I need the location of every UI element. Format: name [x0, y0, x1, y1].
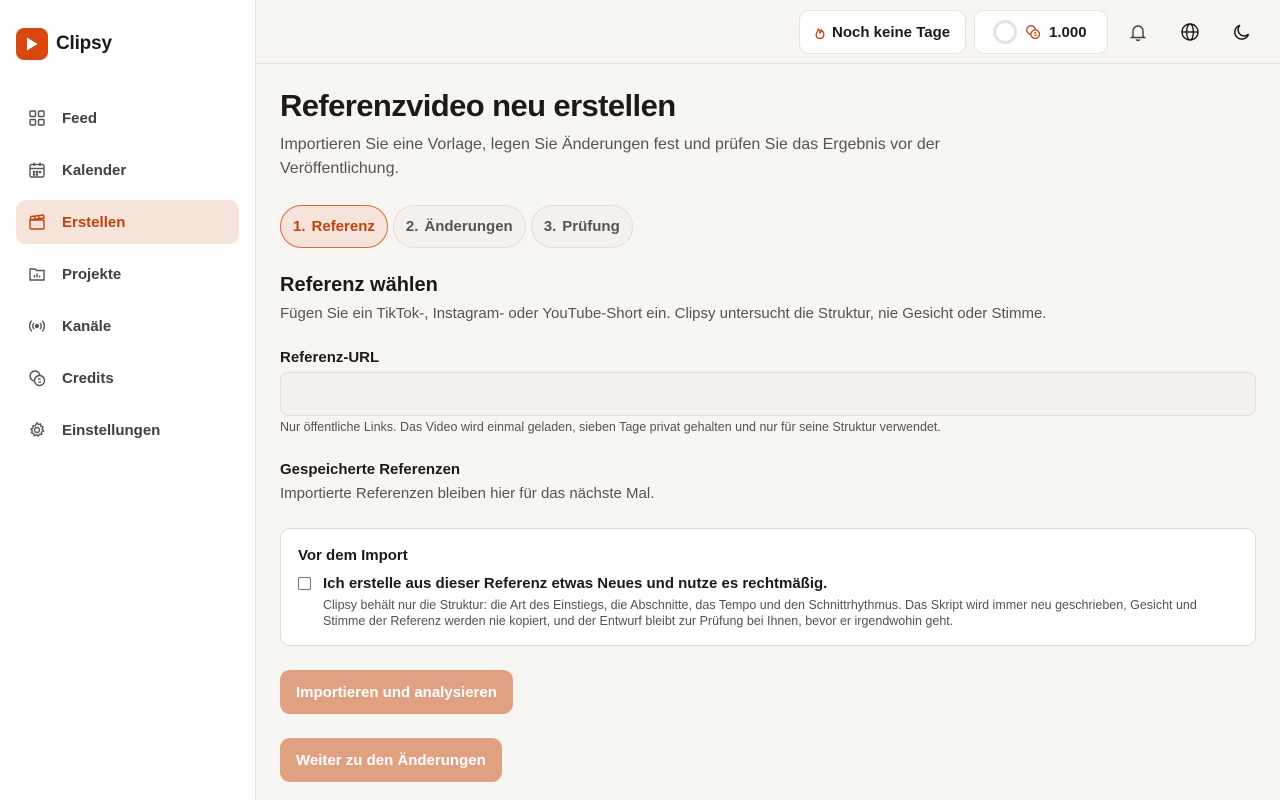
- page-title: Referenzvideo neu erstellen: [280, 88, 676, 123]
- step-number: 1.: [293, 218, 306, 235]
- step-pruefung[interactable]: 3. Prüfung: [530, 205, 633, 248]
- sidebar: Clipsy Feed Kalender Erstellen Projekte: [0, 0, 256, 800]
- url-field-label: Referenz-URL: [280, 349, 380, 366]
- globe-icon: [1180, 22, 1200, 42]
- consent-card: Vor dem Import Ich erstelle aus dieser R…: [280, 528, 1256, 646]
- theme-toggle-button[interactable]: [1226, 16, 1258, 48]
- sidebar-item-einstellungen[interactable]: Einstellungen: [16, 408, 239, 452]
- sidebar-item-credits[interactable]: Credits: [16, 356, 239, 400]
- calendar-icon: [28, 161, 46, 179]
- sidebar-item-label: Erstellen: [62, 213, 126, 231]
- sidebar-item-erstellen[interactable]: Erstellen: [16, 200, 239, 244]
- step-label: Referenz: [311, 218, 375, 235]
- sidebar-item-projekte[interactable]: Projekte: [16, 252, 239, 296]
- consent-details: Clipsy behält nur die Struktur: die Art …: [323, 598, 1197, 628]
- step-number: 2.: [405, 218, 419, 235]
- brand[interactable]: Clipsy: [16, 28, 112, 60]
- sidebar-item-label: Einstellungen: [62, 421, 161, 439]
- language-button[interactable]: [1174, 16, 1206, 48]
- url-hint: Nur öffentliche Links. Das Video wird ei…: [280, 420, 941, 434]
- consent-checkbox-label[interactable]: Ich erstelle aus dieser Referenz etwas N…: [323, 575, 827, 592]
- next-to-changes-button[interactable]: Weiter zu den Änderungen: [280, 738, 502, 782]
- brand-name: Clipsy: [56, 33, 112, 54]
- step-number: 3.: [543, 218, 557, 235]
- bell-icon: [1128, 22, 1148, 42]
- sidebar-item-kanaele[interactable]: Kanäle: [16, 304, 239, 348]
- sidebar-item-label: Kanäle: [62, 317, 112, 335]
- folder-chart-icon: [28, 265, 46, 283]
- coins-icon: [28, 369, 46, 387]
- credits-value: 1.000: [1049, 23, 1087, 41]
- sidebar-item-label: Feed: [62, 109, 98, 127]
- saved-references-title: Gespeicherte Referenzen: [280, 461, 461, 478]
- coins-icon: [1025, 24, 1041, 40]
- step-label: Änderungen: [424, 218, 513, 235]
- streak-label: Noch keine Tage: [832, 23, 951, 41]
- topbar: Noch keine Tage 1.000: [256, 0, 1280, 64]
- sidebar-item-label: Credits: [62, 369, 114, 387]
- credits-button[interactable]: 1.000: [974, 10, 1108, 54]
- reference-url-input[interactable]: [280, 372, 1256, 416]
- sidebar-item-label: Kalender: [62, 161, 127, 179]
- clapperboard-icon: [28, 213, 46, 231]
- sidebar-item-label: Projekte: [62, 265, 122, 283]
- notifications-button[interactable]: [1122, 16, 1154, 48]
- gear-icon: [28, 421, 46, 439]
- consent-card-title: Vor dem Import: [298, 547, 408, 564]
- step-label: Prüfung: [562, 218, 620, 235]
- import-analyze-button[interactable]: Importieren und analysieren: [280, 670, 513, 714]
- moon-icon: [1232, 22, 1252, 42]
- saved-references-description: Importierte Referenzen bleiben hier für …: [280, 485, 655, 502]
- broadcast-icon: [28, 317, 46, 335]
- section-description: Fügen Sie ein TikTok-, Instagram- oder Y…: [280, 305, 1047, 322]
- streak-button[interactable]: Noch keine Tage: [799, 10, 966, 54]
- credits-progress-ring: [993, 20, 1017, 44]
- step-aenderungen[interactable]: 2. Änderungen: [392, 205, 526, 248]
- play-logo-icon: [16, 28, 48, 60]
- step-referenz[interactable]: 1. Referenz: [280, 205, 388, 248]
- consent-checkbox[interactable]: [298, 577, 311, 590]
- grid-icon: [28, 109, 46, 127]
- sidebar-nav: Feed Kalender Erstellen Projekte Kanäle: [16, 96, 239, 460]
- section-title: Referenz wählen: [280, 274, 438, 296]
- stepper: 1. Referenz 2. Änderungen 3. Prüfung: [280, 205, 633, 248]
- sidebar-item-feed[interactable]: Feed: [16, 96, 239, 140]
- flame-icon: [812, 24, 828, 40]
- page-subtitle: Importieren Sie eine Vorlage, legen Sie …: [280, 136, 940, 177]
- sidebar-item-kalender[interactable]: Kalender: [16, 148, 239, 192]
